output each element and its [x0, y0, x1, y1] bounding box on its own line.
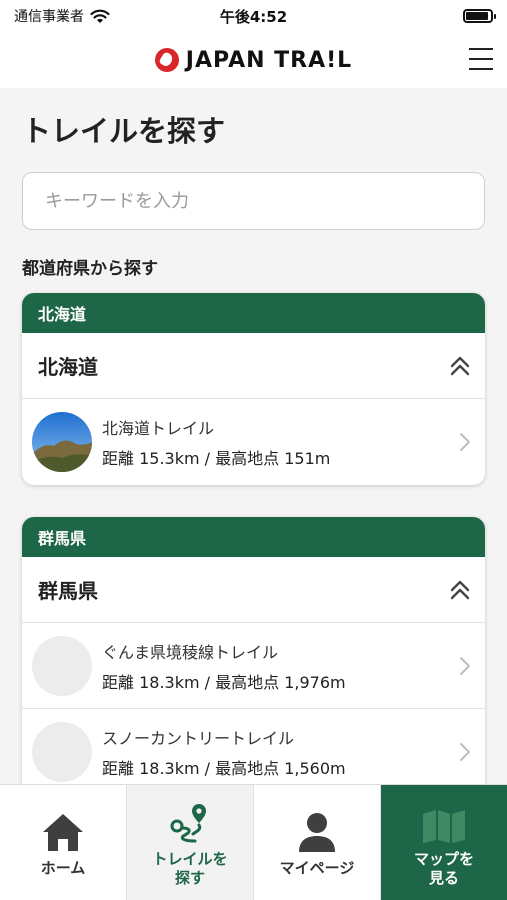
route-icon-wrap [169, 798, 211, 844]
prefecture-name: 群馬県 [38, 579, 98, 603]
trail-info: スノーカントリートレイル 距離 18.3km / 最高地点 1,560m [102, 725, 459, 779]
trail-name: スノーカントリートレイル [102, 729, 295, 748]
status-left: 通信事業者 [14, 6, 110, 26]
prefecture-header[interactable]: 群馬県 [22, 557, 485, 623]
prefecture-card-gunma: 群馬県 群馬県 ぐんま県境稜線トレイル 距離 18.3km / 最高地点 1,9… [22, 517, 485, 784]
tab-home[interactable]: ホーム [0, 785, 127, 900]
tab-label: トレイルを 探す [152, 849, 228, 887]
prefecture-tag: 北海道 [22, 293, 485, 333]
person-icon [299, 813, 335, 853]
hamburger-menu-icon[interactable] [469, 48, 493, 70]
tab-my-page[interactable]: マイページ [254, 785, 381, 900]
tab-bar: ホーム トレイルを 探す マイページ マップを 見る [0, 784, 507, 900]
tab-view-map[interactable]: マップを 見る [381, 785, 507, 900]
trail-meta: 距離 18.3km / 最高地点 1,976m [102, 672, 346, 692]
status-bar: 通信事業者 午後4:52 [0, 0, 507, 32]
carrier-label: 通信事業者 [14, 9, 84, 25]
search-box[interactable] [22, 172, 485, 230]
prefecture-name: 北海道 [38, 355, 98, 379]
search-input[interactable] [45, 190, 462, 212]
home-icon [43, 814, 83, 852]
trail-row[interactable]: 北海道トレイル 距離 15.3km / 最高地点 151m [22, 399, 485, 485]
prefecture-header[interactable]: 北海道 [22, 333, 485, 399]
trail-info: 北海道トレイル 距離 15.3km / 最高地点 151m [102, 415, 459, 469]
chevron-right-icon [460, 743, 470, 761]
chevron-double-up-icon [450, 580, 470, 599]
app-header: JAPAN TRA!L [0, 32, 507, 88]
main-content[interactable]: トレイルを探す 都道府県から探す 北海道 北海道 [0, 88, 507, 784]
mountain-photo-image [32, 412, 92, 472]
logo-mark-icon [154, 48, 179, 72]
chevron-right-icon [460, 433, 470, 451]
home-icon-wrap [40, 807, 86, 853]
trail-thumbnail-placeholder [32, 722, 92, 782]
logo[interactable]: JAPAN TRA!L [154, 47, 353, 73]
logo-text: JAPAN TRA!L [185, 47, 353, 73]
menu-line [469, 58, 493, 60]
trail-thumbnail-placeholder [32, 635, 92, 696]
map-icon-wrap [421, 798, 467, 844]
battery-fill [466, 12, 488, 20]
trail-row[interactable]: ぐんま県境稜線トレイル 距離 18.3km / 最高地点 1,976m [22, 623, 485, 709]
wifi-icon [90, 9, 110, 23]
trail-thumbnail [32, 412, 92, 472]
battery-icon [463, 9, 496, 23]
tab-label: マイページ [279, 859, 355, 878]
map-icon [423, 809, 465, 843]
trail-meta: 距離 18.3km / 最高地点 1,560m [102, 759, 346, 778]
trail-meta: 距離 15.3km / 最高地点 151m [102, 449, 331, 468]
tab-label: ホーム [40, 859, 86, 878]
menu-line [469, 48, 493, 50]
chevron-right-icon [460, 656, 470, 675]
section-label: 都道府県から探す [22, 259, 158, 279]
trail-row[interactable]: スノーカントリートレイル 距離 18.3km / 最高地点 1,560m [22, 709, 485, 784]
trail-name: 北海道トレイル [102, 419, 215, 438]
trail-info: ぐんま県境稜線トレイル 距離 18.3km / 最高地点 1,976m [102, 639, 459, 693]
prefecture-card-hokkaido: 北海道 北海道 北海道トレイル 距離 15.3km / 最高地点 151m [22, 293, 485, 485]
route-icon [170, 803, 206, 843]
trail-name: ぐんま県境稜線トレイル [102, 642, 279, 662]
tab-find-trail[interactable]: トレイルを 探す [127, 785, 254, 900]
prefecture-tag: 群馬県 [22, 517, 485, 557]
chevron-double-up-icon [450, 356, 470, 375]
tab-label: マップを 見る [413, 849, 474, 887]
menu-line [469, 68, 493, 70]
page-title: トレイルを探す [22, 114, 226, 148]
person-icon-wrap [297, 807, 337, 853]
